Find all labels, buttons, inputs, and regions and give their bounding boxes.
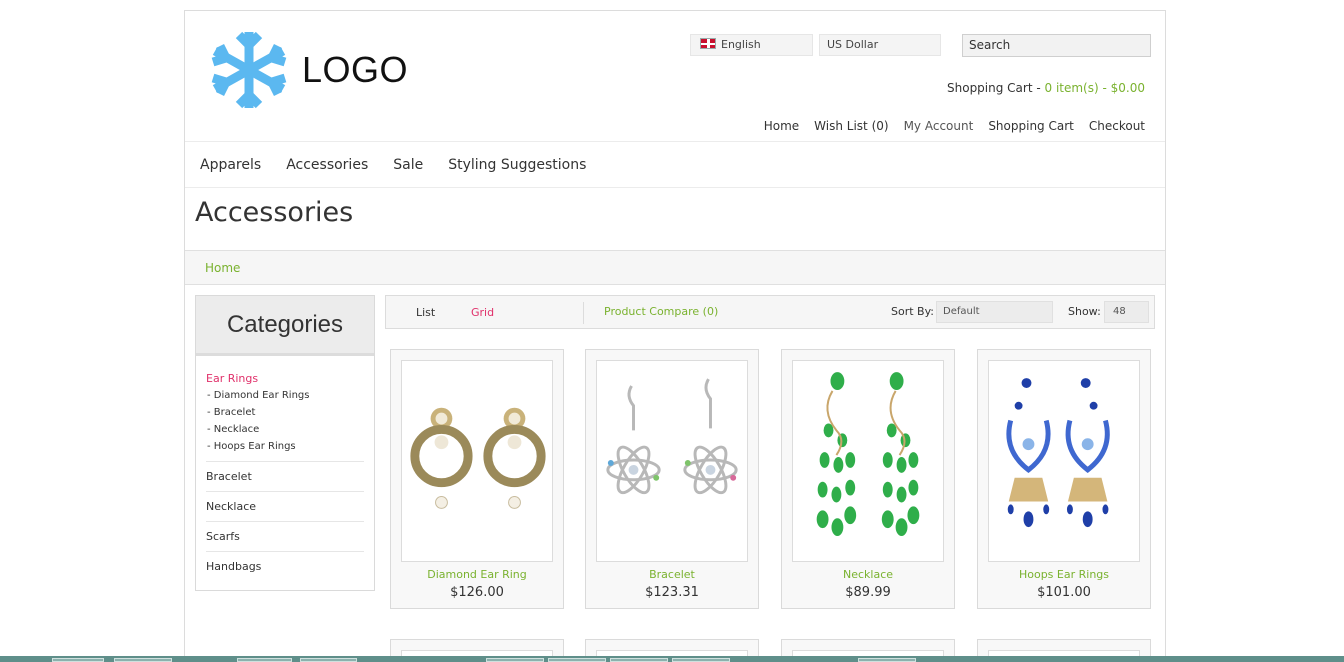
taskbar-item[interactable]	[114, 658, 172, 662]
shopping-cart-summary[interactable]: Shopping Cart - 0 item(s) - $0.00	[947, 81, 1145, 95]
taskbar-item[interactable]	[610, 658, 668, 662]
subcategory-hoops-ear-rings[interactable]: - Hoops Ear Rings	[206, 438, 364, 455]
link-home[interactable]: Home	[764, 119, 799, 133]
sort-select[interactable]: Default	[936, 301, 1053, 323]
link-my-account[interactable]: My Account	[904, 119, 974, 133]
category-ear-rings[interactable]: Ear Rings	[206, 370, 364, 387]
product-name[interactable]: Bracelet	[586, 568, 758, 581]
product-toolbar: List Grid Product Compare (0) Sort By: D…	[385, 295, 1155, 329]
snowflake-icon	[211, 31, 287, 109]
nav-item-apparels[interactable]: Apparels	[200, 157, 261, 173]
toolbar-divider	[583, 302, 584, 324]
category-scarfs[interactable]: Scarfs	[206, 521, 364, 551]
show-select[interactable]: 48	[1104, 301, 1149, 323]
category-handbags[interactable]: Handbags	[206, 551, 364, 581]
language-value: English	[721, 38, 761, 51]
page-container: LOGO English US Dollar Search Shopping C…	[184, 10, 1166, 662]
subcategory-diamond-ear-rings[interactable]: - Diamond Ear Rings	[206, 387, 364, 404]
link-shopping-cart[interactable]: Shopping Cart	[988, 119, 1074, 133]
product-image[interactable]	[401, 360, 553, 562]
product-price: $123.31	[645, 585, 699, 600]
page-title: Accessories	[195, 197, 354, 228]
logo[interactable]: LOGO	[203, 29, 408, 111]
nav-item-styling-suggestions[interactable]: Styling Suggestions	[448, 157, 586, 173]
subcategory-necklace[interactable]: - Necklace	[206, 421, 364, 438]
logo-text: LOGO	[302, 49, 409, 90]
product-name[interactable]: Hoops Ear Rings	[978, 568, 1150, 581]
product-card[interactable]: Hoops Ear Rings $101.00	[977, 349, 1151, 609]
currency-value: US Dollar	[827, 38, 879, 51]
cart-count: 0 item(s) - $0.00	[1044, 81, 1146, 95]
grid-view-button[interactable]: Grid	[471, 306, 494, 319]
product-compare-link[interactable]: Product Compare (0)	[604, 305, 718, 318]
top-links: Home Wish List (0) My Account Shopping C…	[764, 119, 1145, 133]
uk-flag-icon	[700, 38, 716, 49]
cart-label: Shopping Cart -	[947, 81, 1045, 95]
nav-item-sale[interactable]: Sale	[393, 157, 423, 173]
nav-item-accessories[interactable]: Accessories	[286, 157, 368, 173]
taskbar-item[interactable]	[672, 658, 730, 662]
product-price: $101.00	[1037, 585, 1091, 600]
categories-sidebar: Categories Ear Rings - Diamond Ear Rings…	[195, 295, 375, 591]
link-checkout[interactable]: Checkout	[1089, 119, 1145, 133]
product-image[interactable]	[792, 360, 944, 562]
product-card[interactable]: Diamond Ear Ring $126.00	[390, 349, 564, 609]
category-bracelet[interactable]: Bracelet	[206, 461, 364, 491]
product-name[interactable]: Diamond Ear Ring	[391, 568, 563, 581]
currency-select[interactable]: US Dollar	[819, 34, 941, 56]
search-input[interactable]: Search	[962, 34, 1151, 57]
breadcrumb-home[interactable]: Home	[205, 261, 240, 275]
language-select[interactable]: English	[690, 34, 813, 56]
subcategory-bracelet[interactable]: - Bracelet	[206, 404, 364, 421]
taskbar-item[interactable]	[858, 658, 916, 662]
taskbar-item[interactable]	[548, 658, 606, 662]
taskbar-item[interactable]	[300, 658, 357, 662]
taskbar-item[interactable]	[52, 658, 104, 662]
link-wishlist[interactable]: Wish List (0)	[814, 119, 888, 133]
search-placeholder: Search	[969, 38, 1011, 52]
show-label: Show:	[1068, 305, 1101, 318]
category-necklace[interactable]: Necklace	[206, 491, 364, 521]
product-name[interactable]: Necklace	[782, 568, 954, 581]
sidebar-title: Categories	[196, 296, 374, 356]
breadcrumb: Home	[185, 250, 1165, 285]
product-image[interactable]	[988, 360, 1140, 562]
taskbar-item[interactable]	[486, 658, 544, 662]
product-price: $126.00	[450, 585, 504, 600]
sort-label: Sort By:	[891, 305, 935, 318]
product-image[interactable]	[596, 360, 748, 562]
product-card[interactable]: Bracelet $123.31	[585, 349, 759, 609]
product-card[interactable]: Necklace $89.99	[781, 349, 955, 609]
list-view-button[interactable]: List	[416, 306, 435, 319]
main-nav: Apparels Accessories Sale Styling Sugges…	[185, 141, 1165, 188]
product-price: $89.99	[845, 585, 891, 600]
taskbar-item[interactable]	[237, 658, 292, 662]
